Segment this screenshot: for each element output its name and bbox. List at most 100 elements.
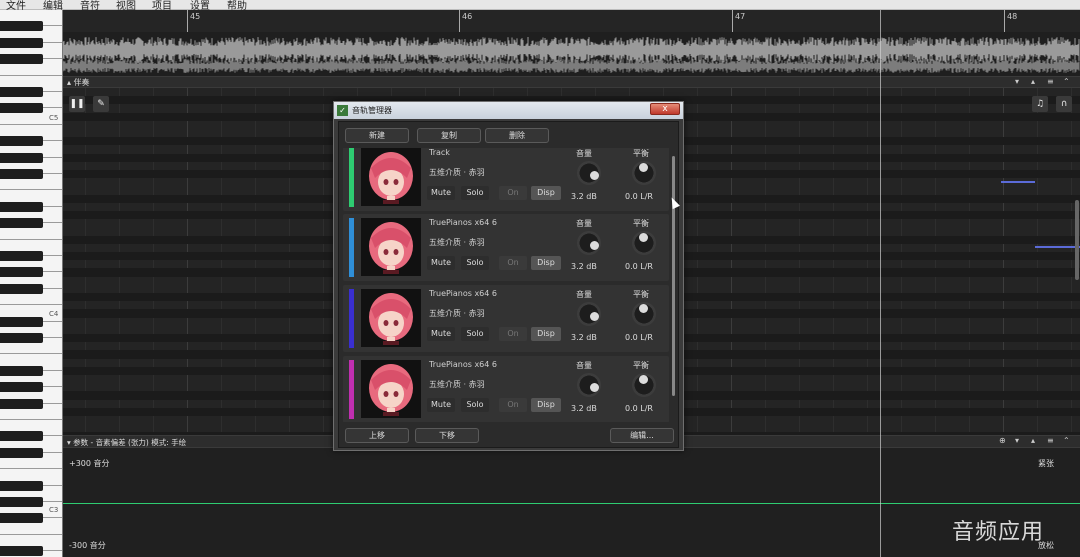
edit-button[interactable]: 编辑... (610, 428, 674, 443)
dialog-titlebar[interactable]: ✓ 音轨管理器 x (334, 102, 683, 119)
display-button[interactable]: Disp (531, 256, 561, 270)
parameter-curve[interactable] (63, 503, 1080, 504)
volume-knob[interactable] (577, 161, 601, 185)
mute-button[interactable]: Mute (427, 327, 455, 341)
mute-button[interactable]: Mute (427, 186, 455, 200)
solo-button[interactable]: Solo (461, 186, 489, 200)
note-segment[interactable] (1001, 181, 1035, 183)
black-key[interactable] (0, 201, 43, 212)
volume-knob[interactable] (577, 231, 601, 255)
pencil-icon[interactable]: ✎ (93, 96, 109, 112)
display-button[interactable]: Disp (531, 186, 561, 200)
solo-button[interactable]: Solo (461, 327, 489, 341)
parameter-curve-area[interactable]: +300 音分 -300 音分 紧张 放松 (63, 448, 1080, 557)
track-color-strip[interactable] (349, 218, 354, 277)
track-name[interactable]: TruePianos x64 6 (429, 218, 497, 227)
track-color-strip[interactable] (349, 360, 354, 419)
track-color-strip[interactable] (349, 148, 354, 207)
new-track-button[interactable]: 新建 (345, 128, 409, 143)
collapse-icon[interactable]: ▾ (1015, 77, 1019, 86)
black-key[interactable] (0, 152, 43, 163)
black-key[interactable] (0, 398, 43, 409)
menu-icon[interactable]: ≡ (1047, 436, 1054, 445)
black-key[interactable] (0, 54, 43, 65)
black-key[interactable] (0, 136, 43, 147)
on-button[interactable]: On (499, 186, 527, 200)
black-key[interactable] (0, 382, 43, 393)
black-key[interactable] (0, 447, 43, 458)
knob-indicator (639, 304, 648, 313)
dialog-body: 新建 复制 删除 Track 五维介质 · 赤羽 Mute Solo On Di… (338, 121, 679, 448)
track-color-strip[interactable] (349, 289, 354, 348)
black-key[interactable] (0, 513, 43, 524)
collapse-icon[interactable]: ▾ (1015, 436, 1019, 445)
pan-knob[interactable] (632, 161, 656, 185)
expand-icon[interactable]: ▴ (1031, 77, 1035, 86)
black-key[interactable] (0, 480, 43, 491)
black-key[interactable] (0, 497, 43, 507)
on-button[interactable]: On (499, 327, 527, 341)
note-segment[interactable] (1035, 246, 1080, 248)
solo-button[interactable]: Solo (461, 256, 489, 270)
on-button[interactable]: On (499, 256, 527, 270)
track-name[interactable]: Track (429, 148, 450, 157)
track-row[interactable]: TruePianos x64 6 五维介质 · 赤羽 Mute Solo On … (343, 356, 669, 422)
maximize-icon[interactable]: ⌃ (1063, 436, 1070, 445)
black-key[interactable] (0, 169, 43, 179)
display-button[interactable]: Disp (531, 327, 561, 341)
black-key[interactable] (0, 103, 43, 114)
pan-knob[interactable] (632, 302, 656, 326)
move-down-button[interactable]: 下移 (415, 428, 479, 443)
vertical-scrollbar[interactable] (1075, 200, 1079, 280)
black-key[interactable] (0, 431, 43, 442)
pause-icon[interactable]: ❚❚ (69, 96, 85, 112)
volume-label: 音量 (576, 149, 592, 158)
black-key[interactable] (0, 333, 43, 343)
timeline-ruler[interactable]: 45 46 47 48 (63, 10, 1080, 32)
black-key[interactable] (0, 546, 43, 557)
add-icon[interactable]: ⊕ (999, 436, 1006, 445)
menu-icon[interactable]: ≡ (1047, 77, 1054, 86)
copy-track-button[interactable]: 复制 (417, 128, 481, 143)
black-key[interactable] (0, 37, 43, 48)
expand-icon[interactable]: ▴ (1031, 436, 1035, 445)
pan-knob[interactable] (632, 373, 656, 397)
track-name[interactable]: TruePianos x64 6 (429, 289, 497, 298)
headphone-icon[interactable]: ∩ (1056, 96, 1072, 112)
volume-knob[interactable] (577, 302, 601, 326)
move-up-button[interactable]: 上移 (345, 428, 409, 443)
mute-button[interactable]: Mute (427, 398, 455, 412)
maximize-icon[interactable]: ⌃ (1063, 77, 1070, 86)
pan-knob[interactable] (632, 231, 656, 255)
black-key[interactable] (0, 21, 43, 32)
menu-bar: 文件 编辑 音符 视图 项目 设置 帮助 (0, 0, 1080, 12)
volume-knob[interactable] (577, 373, 601, 397)
track-row[interactable]: TruePianos x64 6 五维介质 · 赤羽 Mute Solo On … (343, 214, 669, 281)
on-button[interactable]: On (499, 398, 527, 412)
display-button[interactable]: Disp (531, 398, 561, 412)
music-note-icon[interactable]: ♫ (1032, 96, 1048, 112)
mute-button[interactable]: Mute (427, 256, 455, 270)
solo-button[interactable]: Solo (461, 398, 489, 412)
track-list-scrollbar[interactable] (672, 156, 675, 396)
audio-waveform[interactable] (63, 32, 1080, 76)
black-key[interactable] (0, 87, 43, 97)
track-singer: 五维介质 · 赤羽 (429, 309, 485, 318)
track-row[interactable]: Track 五维介质 · 赤羽 Mute Solo On Disp 音量 3.2… (343, 148, 669, 211)
knob-indicator (590, 241, 599, 250)
piano-keyboard[interactable]: C5 C4 C3 (0, 10, 63, 557)
black-key[interactable] (0, 267, 43, 278)
pan-label: 平衡 (633, 290, 649, 299)
knob-indicator (639, 233, 648, 242)
black-key[interactable] (0, 316, 43, 327)
close-button[interactable]: x (650, 103, 680, 115)
track-name[interactable]: TruePianos x64 6 (429, 360, 497, 369)
playhead[interactable] (880, 10, 881, 557)
black-key[interactable] (0, 251, 43, 261)
black-key[interactable] (0, 283, 43, 294)
black-key[interactable] (0, 365, 43, 376)
track-row[interactable]: TruePianos x64 6 五维介质 · 赤羽 Mute Solo On … (343, 285, 669, 352)
track-singer: 五维介质 · 赤羽 (429, 168, 485, 177)
black-key[interactable] (0, 218, 43, 229)
delete-track-button[interactable]: 删除 (485, 128, 549, 143)
